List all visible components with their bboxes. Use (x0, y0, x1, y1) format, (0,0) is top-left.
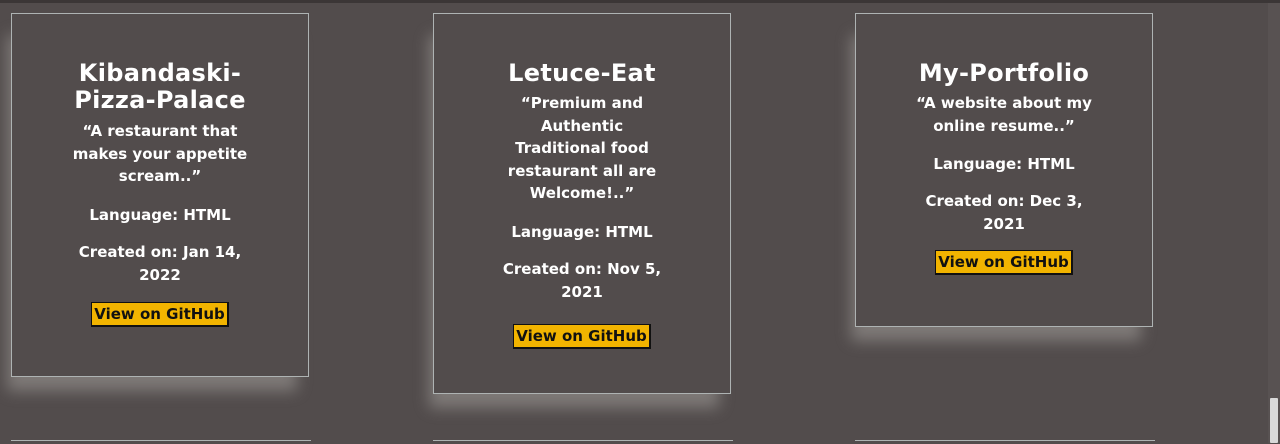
top-edge (0, 0, 1280, 3)
scrollbar-thumb[interactable] (1270, 398, 1278, 443)
project-card-kibandaski: Kibandaski-Pizza-Palace “A restaurant th… (11, 13, 309, 377)
next-card-edge (11, 440, 311, 444)
project-created-date: Created on: Dec 3, 2021 (925, 192, 1083, 233)
project-description: “A website about my online resume..” (916, 94, 1092, 135)
project-created-date: Created on: Nov 5, 2021 (502, 259, 662, 301)
view-on-github-button[interactable]: View on GitHub (91, 301, 229, 327)
project-language: Language: HTML (89, 205, 231, 224)
project-language: Language: HTML (933, 155, 1075, 173)
view-on-github-button[interactable]: View on GitHub (513, 323, 651, 349)
project-title: Letuce-Eat (508, 59, 656, 87)
next-card-edge (433, 440, 733, 444)
project-title: My-Portfolio (918, 59, 1090, 87)
project-language: Language: HTML (511, 222, 653, 241)
project-title: Kibandaski-Pizza-Palace (74, 59, 246, 114)
view-on-github-button[interactable]: View on GitHub (935, 250, 1073, 275)
project-description: “A restaurant that makes your appetite s… (72, 122, 248, 185)
project-description: “Premium and Authentic Traditional food … (507, 94, 657, 202)
project-card-letuce-eat: Letuce-Eat “Premium and Authentic Tradit… (433, 13, 731, 394)
project-created-date: Created on: Jan 14, 2022 (78, 242, 242, 284)
scrollbar[interactable] (1268, 3, 1280, 443)
project-card-my-portfolio: My-Portfolio “A website about my online … (855, 13, 1153, 327)
next-card-edge (855, 440, 1155, 444)
